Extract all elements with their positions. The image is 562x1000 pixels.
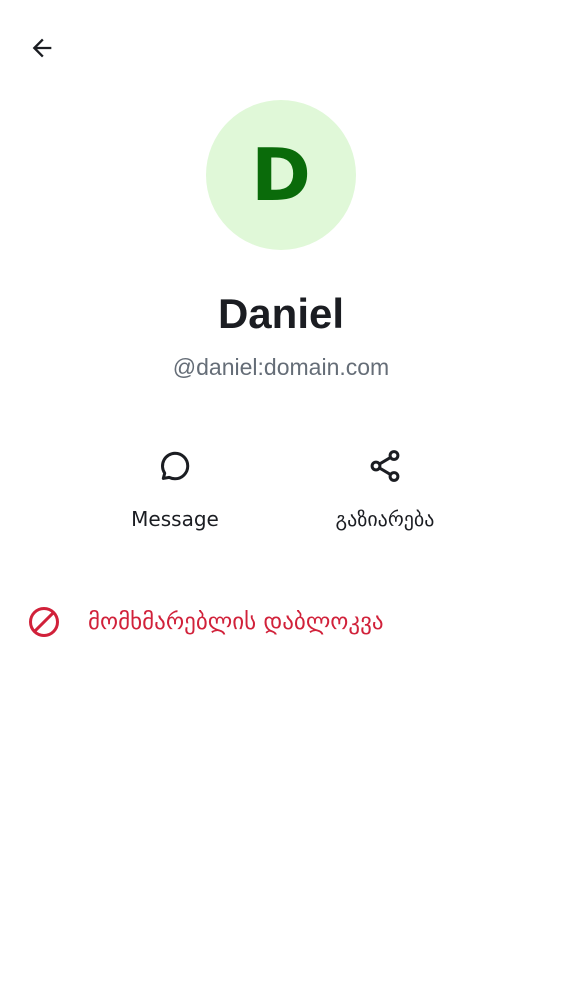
share-button[interactable]: გაზიარება [285, 440, 485, 550]
avatar: D [206, 100, 356, 250]
message-button[interactable]: Message [75, 440, 275, 550]
message-label: Message [131, 507, 219, 531]
display-name: Daniel [217, 290, 345, 337]
arrow-left-icon [28, 34, 56, 67]
back-button[interactable] [20, 28, 64, 72]
share-label: გაზიარება [335, 507, 435, 531]
user-id: @daniel:domain.com [172, 354, 390, 380]
chat-bubble-icon [155, 446, 195, 486]
block-icon [24, 602, 64, 642]
avatar-initial: D [251, 133, 311, 217]
share-icon [365, 446, 405, 486]
block-user-button[interactable]: მომხმარებლის დაბლოკვა [0, 592, 562, 652]
block-user-label: მომხმარებლის დაბლოკვა [88, 609, 384, 635]
